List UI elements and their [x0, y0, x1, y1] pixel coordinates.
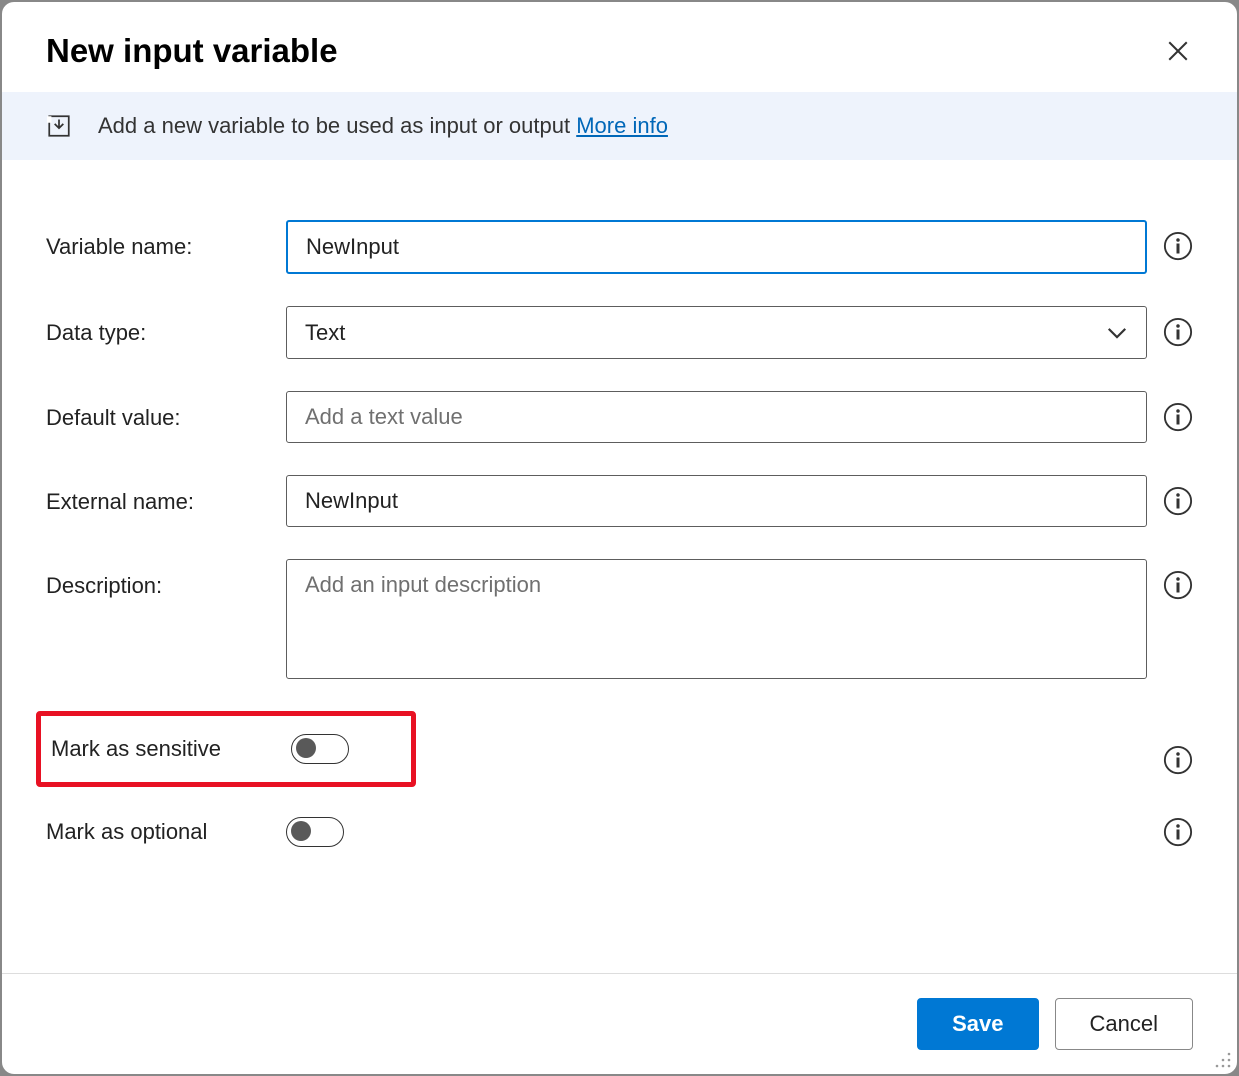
row-data-type: Data type: Text [46, 306, 1193, 359]
label-data-type: Data type: [46, 306, 286, 346]
close-button[interactable] [1163, 36, 1193, 66]
label-default-value: Default value: [46, 391, 286, 431]
more-info-link[interactable]: More info [576, 113, 668, 138]
mark-sensitive-toggle[interactable] [291, 734, 349, 764]
row-external-name: External name: [46, 475, 1193, 527]
default-value-input[interactable] [286, 391, 1147, 443]
info-icon-external-name[interactable] [1163, 486, 1193, 516]
label-mark-sensitive: Mark as sensitive [41, 726, 291, 772]
variable-name-input[interactable] [286, 220, 1147, 274]
dialog-footer: Save Cancel [2, 973, 1237, 1074]
info-icon-mark-optional[interactable] [1163, 817, 1193, 847]
mark-sensitive-highlight: Mark as sensitive [36, 711, 416, 787]
row-description: Description: [46, 559, 1193, 679]
row-default-value: Default value: [46, 391, 1193, 443]
info-icon-mark-sensitive[interactable] [1163, 745, 1193, 775]
banner-text: Add a new variable to be used as input o… [98, 113, 576, 138]
resize-grip-icon[interactable] [1213, 1050, 1233, 1070]
label-mark-optional: Mark as optional [46, 809, 286, 855]
info-icon-default-value[interactable] [1163, 402, 1193, 432]
info-icon-description[interactable] [1163, 570, 1193, 600]
dialog-title: New input variable [46, 32, 338, 70]
banner-text-wrap: Add a new variable to be used as input o… [98, 113, 668, 139]
external-name-input[interactable] [286, 475, 1147, 527]
description-textarea[interactable] [286, 559, 1147, 679]
save-button[interactable]: Save [917, 998, 1038, 1050]
row-mark-optional: Mark as optional [46, 809, 1193, 855]
close-icon [1168, 41, 1188, 61]
toggle-knob [296, 738, 316, 758]
info-icon-data-type[interactable] [1163, 317, 1193, 347]
form-area: Variable name: Data type: Text Default v… [2, 160, 1237, 973]
data-type-select[interactable]: Text [286, 306, 1147, 359]
info-banner: Add a new variable to be used as input o… [2, 92, 1237, 160]
row-variable-name: Variable name: [46, 220, 1193, 274]
input-variable-icon [46, 113, 72, 139]
new-input-variable-dialog: New input variable Add a new variable to… [0, 0, 1239, 1076]
info-icon-variable-name[interactable] [1163, 231, 1193, 261]
label-variable-name: Variable name: [46, 220, 286, 260]
mark-optional-toggle[interactable] [286, 817, 344, 847]
label-description: Description: [46, 559, 286, 599]
chevron-down-icon [1106, 322, 1128, 344]
cancel-button[interactable]: Cancel [1055, 998, 1193, 1050]
toggle-knob [291, 821, 311, 841]
dialog-header: New input variable [2, 2, 1237, 92]
label-external-name: External name: [46, 475, 286, 515]
data-type-value: Text [305, 320, 345, 346]
